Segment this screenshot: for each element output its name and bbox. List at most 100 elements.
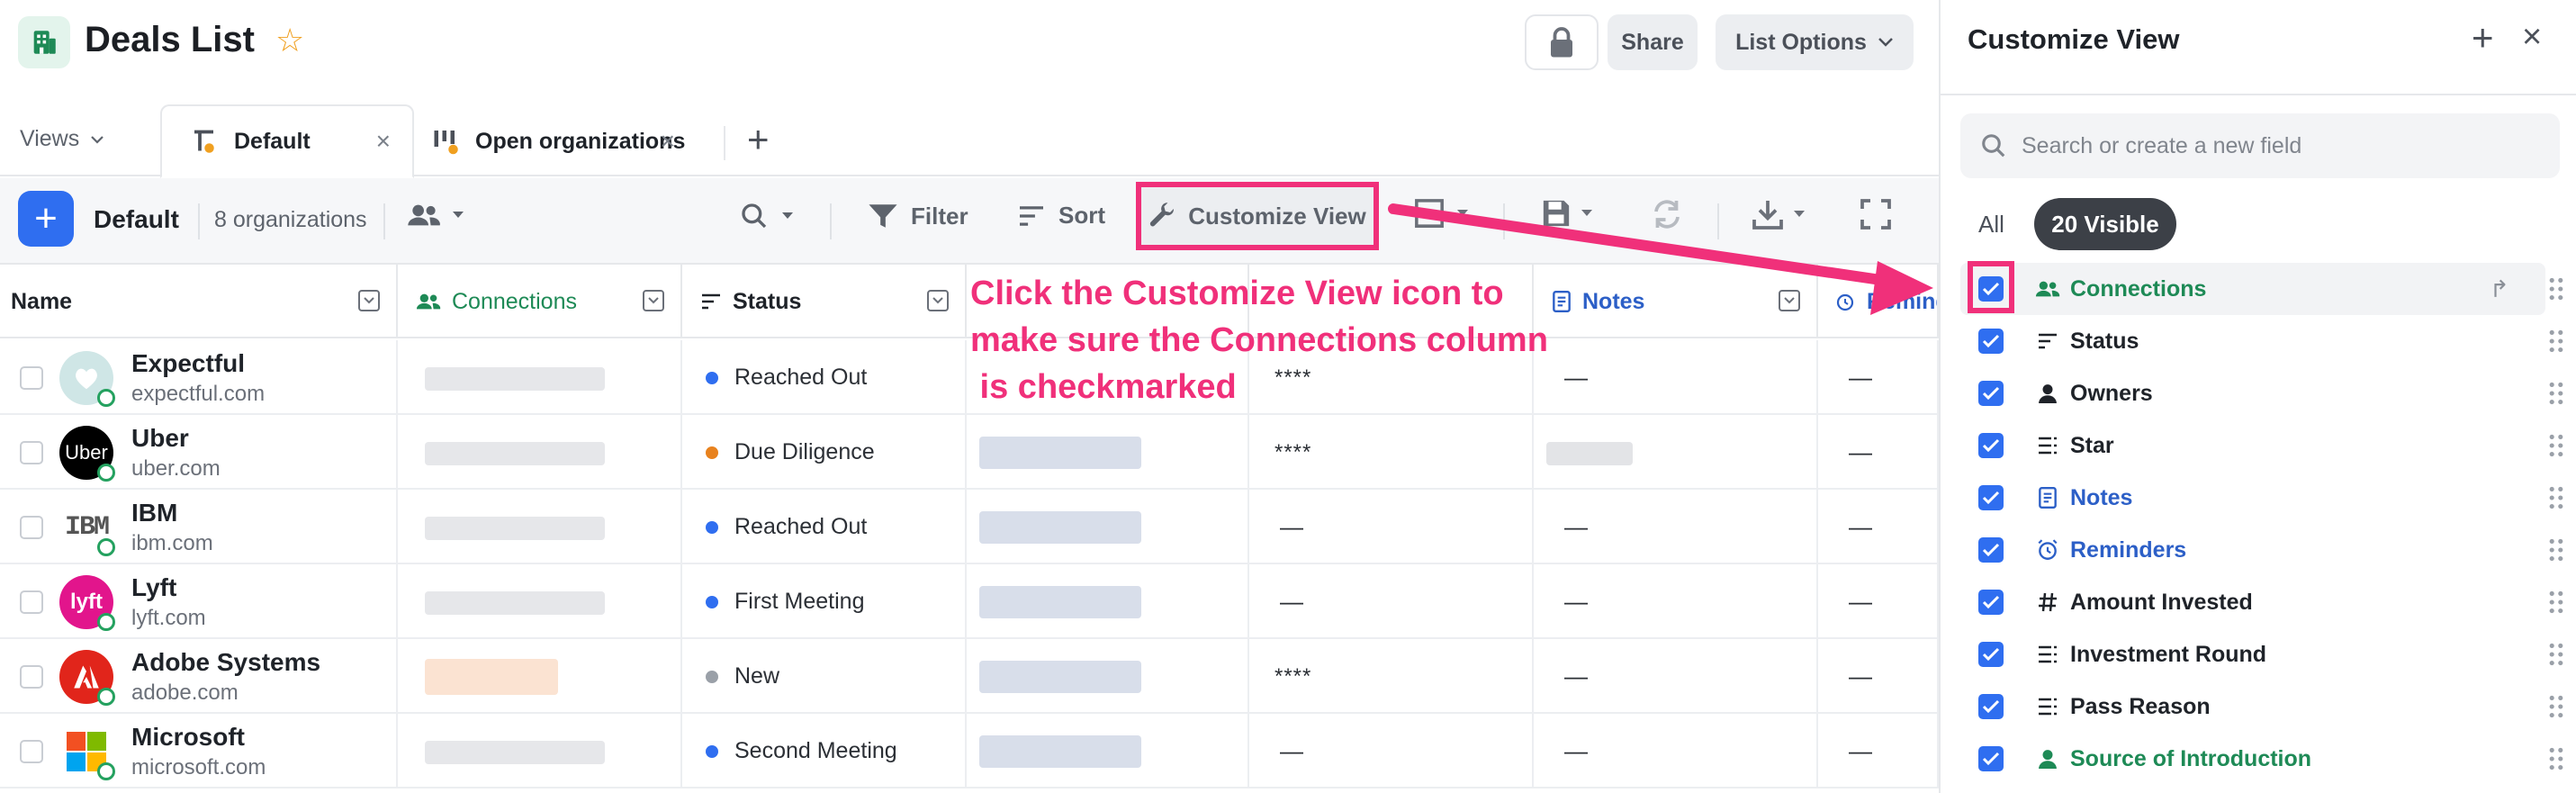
people-filter-dropdown[interactable] xyxy=(407,203,464,227)
share-button[interactable]: Share xyxy=(1608,14,1698,70)
layout-dropdown[interactable] xyxy=(1411,198,1469,229)
star-cell[interactable]: — xyxy=(1249,564,1534,639)
drag-handle-icon[interactable] xyxy=(2549,747,2563,770)
field-row-owners[interactable]: Owners xyxy=(1960,367,2563,419)
filter-visible-tab[interactable]: 20 Visible xyxy=(2034,198,2176,250)
name-cell[interactable]: Uber Uber uber.com xyxy=(0,415,398,490)
add-view-button[interactable]: + xyxy=(747,121,770,158)
connections-cell[interactable] xyxy=(398,714,682,788)
row-checkbox[interactable] xyxy=(20,366,43,390)
column-header-name[interactable]: Name xyxy=(0,265,398,338)
views-dropdown[interactable]: Views xyxy=(20,126,104,152)
sort-button[interactable]: Sort xyxy=(1017,202,1105,230)
field-checkbox[interactable] xyxy=(1978,276,2004,302)
field-checkbox[interactable] xyxy=(1978,746,2004,771)
name-cell[interactable]: IBM IBM ibm.com xyxy=(0,490,398,564)
table-row[interactable]: Expectful expectful.com Reached Out ****… xyxy=(0,340,1939,415)
notes-cell[interactable]: — xyxy=(1534,490,1818,564)
field-row-amount-invested[interactable]: Amount Invested xyxy=(1960,576,2563,628)
owners-cell[interactable] xyxy=(967,564,1249,639)
row-checkbox[interactable] xyxy=(20,441,43,464)
customize-view-button[interactable]: Customize View xyxy=(1136,182,1379,250)
field-checkbox[interactable] xyxy=(1978,381,2004,406)
field-checkbox[interactable] xyxy=(1978,329,2004,354)
list-options-button[interactable]: List Options xyxy=(1716,14,1914,70)
field-row-connections[interactable]: Connections ↱ xyxy=(1960,261,2563,315)
close-panel-button[interactable]: × xyxy=(2522,18,2542,57)
close-icon[interactable]: × xyxy=(376,127,391,156)
fullscreen-button[interactable] xyxy=(1860,198,1892,230)
column-menu-icon[interactable] xyxy=(358,290,380,311)
notes-cell[interactable]: — xyxy=(1534,639,1818,714)
field-checkbox[interactable] xyxy=(1978,433,2004,458)
status-cell[interactable]: Reached Out xyxy=(682,340,967,415)
close-icon[interactable]: × xyxy=(661,127,675,156)
notes-cell[interactable] xyxy=(1534,415,1818,490)
notes-cell[interactable]: — xyxy=(1534,564,1818,639)
status-cell[interactable]: First Meeting xyxy=(682,564,967,639)
connections-cell[interactable] xyxy=(398,340,682,415)
status-cell[interactable]: Second Meeting xyxy=(682,714,967,788)
name-cell[interactable]: Expectful expectful.com xyxy=(0,340,398,415)
name-cell[interactable]: Microsoft microsoft.com xyxy=(0,714,398,788)
field-row-reminders[interactable]: Reminders xyxy=(1960,524,2563,576)
field-search-box[interactable] xyxy=(1960,113,2560,178)
add-record-button[interactable]: + xyxy=(18,191,74,247)
drag-handle-icon[interactable] xyxy=(2549,538,2563,562)
status-cell[interactable]: Due Diligence xyxy=(682,415,967,490)
drag-handle-icon[interactable] xyxy=(2549,329,2563,353)
field-checkbox[interactable] xyxy=(1978,485,2004,510)
field-search-input[interactable] xyxy=(2022,132,2526,159)
field-row-pass-reason[interactable]: Pass Reason xyxy=(1960,680,2563,733)
field-row-investment-round[interactable]: Investment Round xyxy=(1960,628,2563,680)
save-view-dropdown[interactable] xyxy=(1541,198,1593,229)
field-checkbox[interactable] xyxy=(1978,537,2004,563)
refresh-button[interactable] xyxy=(1651,198,1683,230)
table-row[interactable]: Microsoft microsoft.com Second Meeting —… xyxy=(0,714,1939,788)
column-menu-icon[interactable] xyxy=(1779,290,1800,311)
column-menu-icon[interactable] xyxy=(927,290,949,311)
drag-handle-icon[interactable] xyxy=(2549,590,2563,614)
field-row-star[interactable]: Star xyxy=(1960,419,2563,472)
field-row-notes[interactable]: Notes xyxy=(1960,472,2563,524)
star-cell[interactable]: — xyxy=(1249,490,1534,564)
drag-handle-icon[interactable] xyxy=(2549,277,2563,301)
notes-cell[interactable]: — xyxy=(1534,340,1818,415)
owners-cell[interactable] xyxy=(967,714,1249,788)
row-checkbox[interactable] xyxy=(20,665,43,689)
reminders-cell[interactable]: — xyxy=(1818,415,1939,490)
name-cell[interactable]: Adobe Systems adobe.com xyxy=(0,639,398,714)
owners-cell[interactable] xyxy=(967,639,1249,714)
connections-cell[interactable] xyxy=(398,490,682,564)
column-menu-icon[interactable] xyxy=(643,290,664,311)
tab-open-organizations[interactable]: Open organizations × xyxy=(403,104,697,178)
table-row[interactable]: Uber Uber uber.com Due Diligence **** — xyxy=(0,415,1939,490)
status-cell[interactable]: Reached Out xyxy=(682,490,967,564)
search-dropdown[interactable] xyxy=(740,202,794,230)
table-row[interactable]: lyft Lyft lyft.com First Meeting — — — xyxy=(0,564,1939,639)
reminders-cell[interactable]: — xyxy=(1818,564,1939,639)
reminders-cell[interactable]: — xyxy=(1818,490,1939,564)
notes-cell[interactable]: — xyxy=(1534,714,1818,788)
owners-cell[interactable] xyxy=(967,490,1249,564)
star-cell[interactable]: **** xyxy=(1249,415,1534,490)
filter-all-tab[interactable]: All xyxy=(1978,211,2004,239)
row-checkbox[interactable] xyxy=(20,590,43,614)
drag-handle-icon[interactable] xyxy=(2549,643,2563,666)
connections-cell[interactable] xyxy=(398,564,682,639)
column-header-status[interactable]: Status xyxy=(682,265,967,338)
field-checkbox[interactable] xyxy=(1978,642,2004,667)
table-row[interactable]: Adobe Systems adobe.com New **** — — xyxy=(0,639,1939,714)
share-arrow-icon[interactable]: ↱ xyxy=(2490,275,2509,303)
owners-cell[interactable] xyxy=(967,415,1249,490)
connections-cell[interactable] xyxy=(398,415,682,490)
column-header-connections[interactable]: Connections xyxy=(398,265,682,338)
status-cell[interactable]: New xyxy=(682,639,967,714)
star-cell[interactable]: **** xyxy=(1249,639,1534,714)
drag-handle-icon[interactable] xyxy=(2549,434,2563,457)
drag-handle-icon[interactable] xyxy=(2549,486,2563,509)
star-cell[interactable]: — xyxy=(1249,714,1534,788)
connections-cell[interactable] xyxy=(398,639,682,714)
add-field-button[interactable]: + xyxy=(2472,16,2494,59)
tab-default[interactable]: Default × xyxy=(160,104,414,178)
